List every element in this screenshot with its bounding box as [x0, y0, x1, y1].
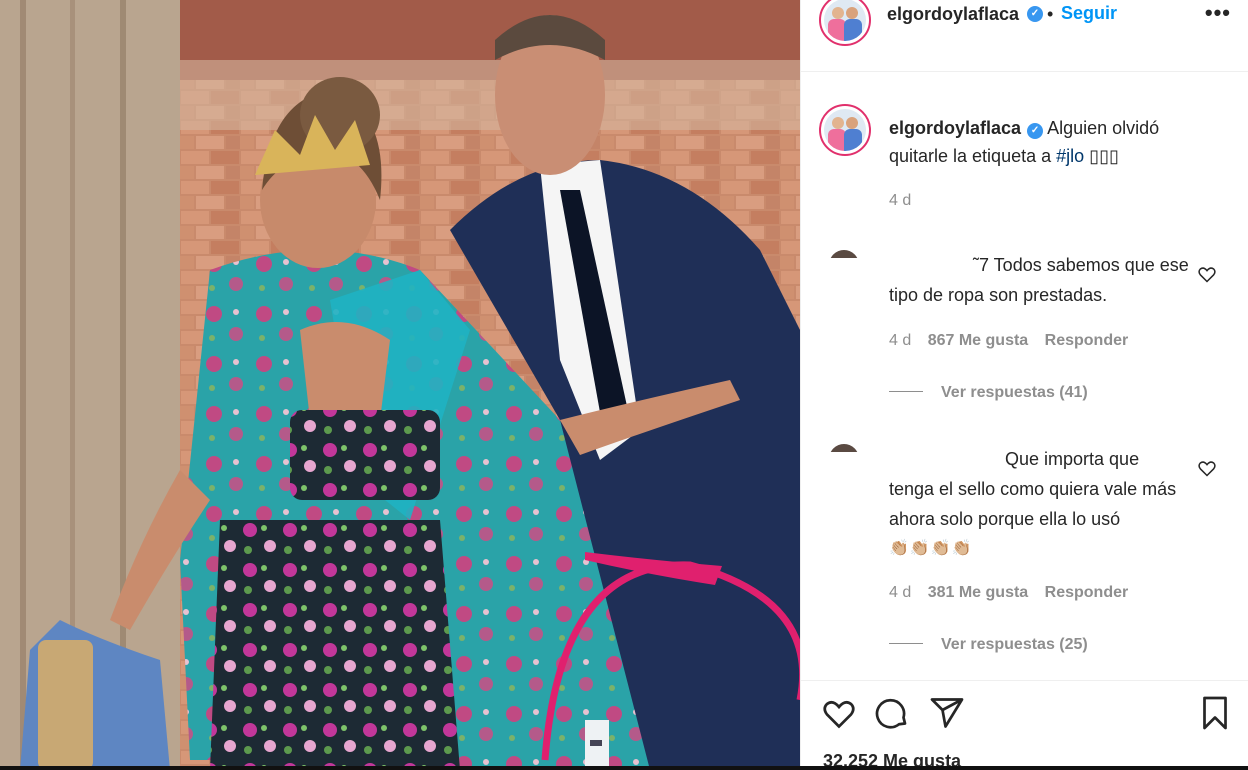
avatar[interactable]: [819, 0, 871, 46]
hashtag-link[interactable]: #jlo: [1056, 146, 1084, 166]
like-comment-heart-icon[interactable]: [1197, 264, 1217, 284]
comment-likes[interactable]: 381 Me gusta: [928, 584, 1028, 601]
replies-label: Ver respuestas (25): [941, 636, 1088, 653]
caption-trailing: ▯▯▯: [1084, 146, 1119, 166]
commenter-avatar[interactable]: [829, 248, 859, 258]
commenter-avatar[interactable]: [829, 442, 859, 452]
replies-label: Ver respuestas (41): [941, 384, 1088, 401]
comment-actions: 4 d 867 Me gusta Responder: [889, 332, 1140, 350]
reply-button[interactable]: Responder: [1045, 584, 1129, 601]
view-replies-button[interactable]: Ver respuestas (41): [889, 384, 1088, 402]
like-comment-heart-icon[interactable]: [1197, 458, 1217, 478]
post-actions-bar: 32.252 Me gusta: [801, 680, 1248, 770]
commenter-username[interactable]: [889, 451, 1005, 465]
post-header: elgordoylaflaca ✓ • Seguir •••: [801, 0, 1248, 72]
header-username[interactable]: elgordoylaflaca: [887, 4, 1019, 25]
verified-icon: ✓: [1027, 6, 1043, 22]
caption-text: elgordoylaflaca ✓ Alguien olvidó quitarle…: [889, 114, 1219, 170]
post-image: [0, 0, 800, 770]
replies-divider: [889, 391, 923, 392]
comment-emoji: 👏🏼👏🏼👏🏼👏🏼: [889, 540, 973, 557]
comment-icon[interactable]: [875, 695, 911, 731]
view-replies-button[interactable]: Ver respuestas (25): [889, 636, 1088, 654]
comment-actions: 4 d 381 Me gusta Responder: [889, 584, 1140, 602]
bookmark-icon[interactable]: [1197, 695, 1233, 731]
commenter-username[interactable]: [889, 257, 973, 271]
separator-dot: •: [1047, 4, 1054, 24]
comment-time[interactable]: 4 d: [889, 584, 911, 601]
reply-button[interactable]: Responder: [1045, 332, 1129, 349]
follow-button[interactable]: Seguir: [1061, 3, 1117, 24]
comment-likes[interactable]: 867 Me gusta: [928, 332, 1028, 349]
bottom-edge: [0, 766, 1248, 770]
post-side-panel: elgordoylaflaca ✓ • Seguir ••• elgordoyl…: [800, 0, 1248, 770]
comment-text: ˜7 Todos sabemos que ese tipo de ropa so…: [889, 250, 1189, 310]
heart-icon[interactable]: [821, 695, 857, 731]
post-photo[interactable]: [0, 0, 800, 770]
caption-username[interactable]: elgordoylaflaca: [889, 118, 1021, 138]
replies-divider: [889, 643, 923, 644]
caption-time[interactable]: 4 d: [889, 192, 911, 210]
caption-avatar[interactable]: [819, 104, 871, 156]
share-icon[interactable]: [929, 695, 965, 731]
comment-text: Que importa que tenga el sello como quie…: [889, 444, 1189, 564]
comment-time[interactable]: 4 d: [889, 332, 911, 349]
more-icon[interactable]: •••: [1205, 0, 1231, 26]
verified-icon: ✓: [1027, 123, 1044, 139]
